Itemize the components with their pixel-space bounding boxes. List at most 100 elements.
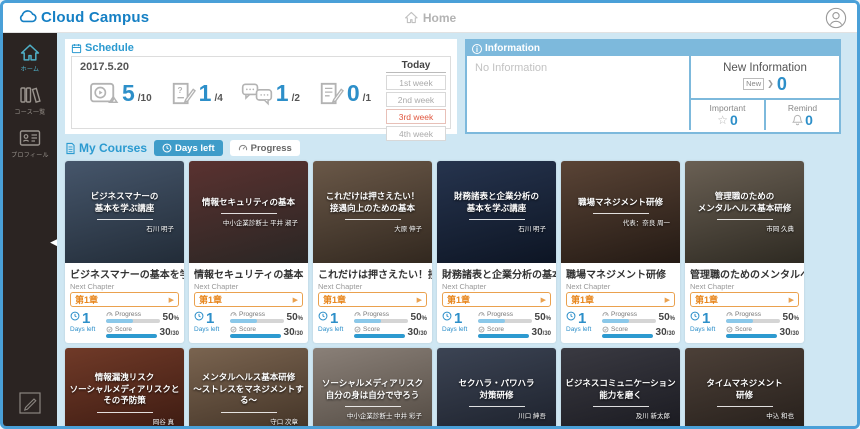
next-chapter-label: Next Chapter <box>65 282 184 291</box>
logo-text: Cloud Campus <box>41 9 149 26</box>
thumbnail-title: セクハラ・パワハラ 対策研修 <box>459 378 535 401</box>
chapter-label: 第1章 <box>447 293 470 306</box>
course-thumbnail[interactable]: 財務諸表と企業分析の 基本を学ぶ講座 石川 明子 <box>437 161 556 263</box>
course-thumbnail[interactable]: ビジネスコミュニケーション 能力を磨く 及川 新太郎 <box>561 348 680 426</box>
course-card[interactable]: 職場マネジメント研修 代表：奈良 周一 職場マネジメント研修 Next Chap… <box>561 161 680 343</box>
thumbnail-divider <box>345 406 401 407</box>
nav-home-label: Home <box>423 11 456 25</box>
course-card[interactable]: ソーシャルメディアリスク 自分の身は自分で守ろう 中小企業診断士 中井 彩子 ソ… <box>313 348 432 426</box>
course-thumbnail[interactable]: 管理職のための メンタルヘルス基本研修 市岡 久典 <box>685 161 804 263</box>
thumbnail-title: メンタルヘルス基本研修 〜ストレスをマネジメントする〜 <box>193 372 304 406</box>
tab-days-left[interactable]: Days left <box>154 140 223 156</box>
thumbnail-divider <box>717 219 773 220</box>
schedule-stats: 5 /10 ? 1 /4 <box>80 81 380 106</box>
chapter-button[interactable]: 第1章 ▶ <box>70 292 179 307</box>
course-card[interactable]: ビジネスコミュニケーション 能力を磨く 及川 新太郎 ビジネスコミュニケーショ.… <box>561 348 680 426</box>
course-card[interactable]: 財務諸表と企業分析の 基本を学ぶ講座 石川 明子 財務諸表と企業分析の基本...… <box>437 161 556 343</box>
score-label: Score <box>363 326 380 333</box>
course-thumbnail[interactable]: セクハラ・パワハラ 対策研修 川口 紳吾 <box>437 348 556 426</box>
sidebar-item-home[interactable]: ホーム <box>19 43 41 73</box>
days-left-label: Days left <box>318 326 350 333</box>
course-card[interactable]: 情報セキュリティの基本 中小企業診断士 平井 淑子 情報セキュリティの基本 Ne… <box>189 161 308 343</box>
progress-value: 50 <box>163 312 174 323</box>
new-information-title: New Information <box>723 62 807 74</box>
quiz-total: /4 <box>214 93 222 104</box>
days-left-value: 1 <box>206 311 214 326</box>
gauge-icon <box>602 311 609 318</box>
new-information-block[interactable]: New Information New ❯ 0 <box>691 56 839 98</box>
course-stats: 1 Days left Progress 50% <box>313 310 432 343</box>
progress-value: 50 <box>659 312 670 323</box>
score-bar <box>478 334 529 338</box>
thumbnail-instructor: 石川 明子 <box>146 223 174 233</box>
course-thumbnail[interactable]: 情報漏洩リスク ソーシャルメディアリスクと その予防策 岡谷 真 <box>65 348 184 426</box>
next-chapter-label: Next Chapter <box>685 282 804 291</box>
course-thumbnail[interactable]: メンタルヘルス基本研修 〜ストレスをマネジメントする〜 守口 次章 <box>189 348 308 426</box>
edit-pencil-icon[interactable] <box>19 392 41 414</box>
course-stats: 1 Days left Progress 50% <box>189 310 308 343</box>
course-thumbnail[interactable]: タイムマネジメント 研修 中込 和也 <box>685 348 804 426</box>
app-logo[interactable]: Cloud Campus <box>17 8 149 27</box>
chapter-button[interactable]: 第1章 ▶ <box>194 292 303 307</box>
sidebar-item-label: ホーム <box>21 64 40 73</box>
progress-unit: % <box>546 316 551 322</box>
course-stats: 1 Days left Progress 50% <box>65 310 184 343</box>
score-badge-icon <box>726 326 733 333</box>
app-window: Cloud Campus Home ホーム コース一覧 <box>0 0 860 429</box>
days-left-block: 1 Days left <box>690 311 722 338</box>
clock-icon <box>690 311 700 321</box>
days-left-block: 1 Days left <box>442 311 474 338</box>
course-title: 職場マネジメント研修 <box>561 263 680 282</box>
progress-row: Progress 50% <box>354 311 427 323</box>
score-badge-icon <box>354 326 361 333</box>
important-block[interactable]: Important ☆ 0 <box>691 100 764 130</box>
week-button-1[interactable]: 1st week <box>386 75 446 90</box>
thumbnail-instructor: 守口 次章 <box>270 416 298 426</box>
course-card[interactable]: 管理職のための メンタルヘルス基本研修 市岡 久典 管理職のためのメンタルヘ..… <box>685 161 804 343</box>
sidebar-collapse-arrow[interactable]: ◀ <box>50 238 57 247</box>
play-arrow-icon: ▶ <box>293 296 298 304</box>
course-card[interactable]: メンタルヘルス基本研修 〜ストレスをマネジメントする〜 守口 次章 メンタルヘル… <box>189 348 308 426</box>
video-total: /10 <box>138 93 152 104</box>
days-left-label: Days left <box>70 326 102 333</box>
remind-block[interactable]: Remind 0 <box>764 100 839 130</box>
chapter-button[interactable]: 第1章 ▶ <box>442 292 551 307</box>
thumbnail-divider <box>469 219 525 220</box>
sidebar-item-courses[interactable]: コース一覧 <box>14 85 45 116</box>
course-thumbnail[interactable]: ソーシャルメディアリスク 自分の身は自分で守ろう 中小企業診断士 中井 彩子 <box>313 348 432 426</box>
thumbnail-instructor: 岡谷 真 <box>153 416 174 426</box>
score-bar <box>602 334 653 338</box>
score-value: 30 <box>160 327 171 338</box>
thumbnail-title: ソーシャルメディアリスク 自分の身は自分で守ろう <box>322 378 423 401</box>
discussion-count: 1 <box>276 82 289 105</box>
week-button-2[interactable]: 2nd week <box>386 92 446 107</box>
progress-label: Progress <box>239 311 265 318</box>
week-button-4[interactable]: 4th week <box>386 126 446 141</box>
gauge-icon <box>106 311 113 318</box>
course-card[interactable]: これだけは押さえたい！ 接遇向上のための基本 大原 伸子 これだけは押さえたい！… <box>313 161 432 343</box>
course-card[interactable]: タイムマネジメント 研修 中込 和也 タイムマネジメント研修 Next Chap… <box>685 348 804 426</box>
progress-row: Progress 50% <box>230 311 303 323</box>
days-left-block: 1 Days left <box>566 311 598 338</box>
discussion-stat: 1 /2 <box>241 82 300 106</box>
course-thumbnail[interactable]: 職場マネジメント研修 代表：奈良 周一 <box>561 161 680 263</box>
sidebar-item-profile[interactable]: プロフィール <box>11 128 49 159</box>
chapter-button[interactable]: 第1章 ▶ <box>566 292 675 307</box>
course-card[interactable]: セクハラ・パワハラ 対策研修 川口 紳吾 セクハラ・パワハラ対策研修 Next … <box>437 348 556 426</box>
tab-progress[interactable]: Progress <box>230 140 300 156</box>
course-thumbnail[interactable]: これだけは押さえたい！ 接遇向上のための基本 大原 伸子 <box>313 161 432 263</box>
course-thumbnail[interactable]: 情報セキュリティの基本 中小企業診断士 平井 淑子 <box>189 161 308 263</box>
schedule-box: 2017.5.20 5 /10 ? <box>71 56 451 129</box>
score-bar <box>106 334 157 338</box>
week-button-3[interactable]: 3rd week <box>386 109 446 124</box>
user-account-icon[interactable] <box>825 7 847 29</box>
course-thumbnail[interactable]: ビジネスマナーの 基本を学ぶ講座 石川 明子 <box>65 161 184 263</box>
nav-home[interactable]: Home <box>404 11 456 25</box>
thumbnail-instructor: 代表：奈良 周一 <box>623 217 670 227</box>
course-card[interactable]: ビジネスマナーの 基本を学ぶ講座 石川 明子 ビジネスマナーの基本を学... N… <box>65 161 184 343</box>
chapter-button[interactable]: 第1章 ▶ <box>690 292 799 307</box>
course-card[interactable]: 情報漏洩リスク ソーシャルメディアリスクと その予防策 岡谷 真 情報漏洩リスク… <box>65 348 184 426</box>
chapter-button[interactable]: 第1章 ▶ <box>318 292 427 307</box>
course-title: 財務諸表と企業分析の基本... <box>437 263 556 282</box>
svg-text:?: ? <box>177 85 182 95</box>
